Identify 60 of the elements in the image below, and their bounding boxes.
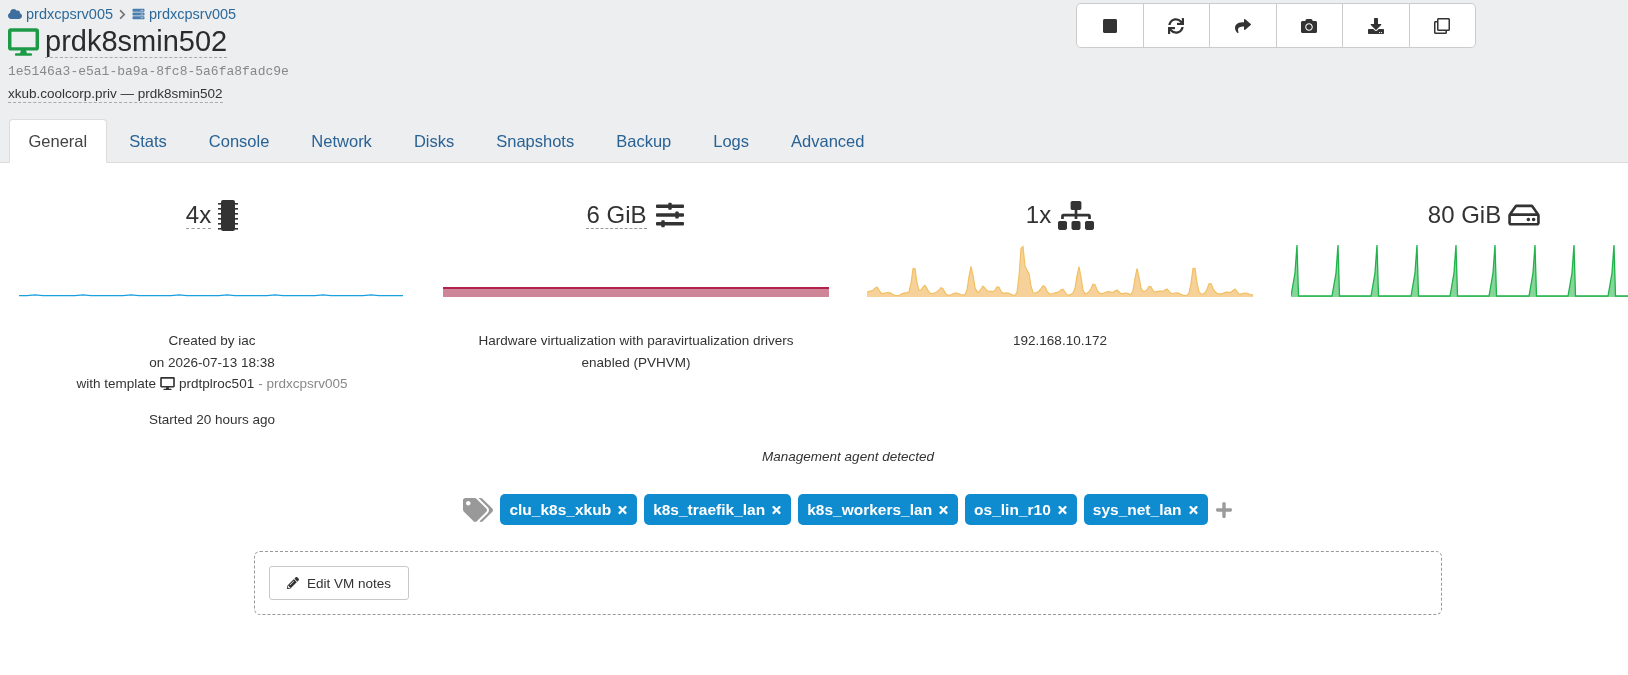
tab[interactable]: General [9, 119, 107, 163]
vm-address[interactable]: xkub.coolcorp.priv — prdk8smin502 [8, 85, 223, 103]
close-icon[interactable] [1056, 503, 1068, 516]
cloud-icon [8, 8, 22, 20]
tag-label: sys_net_lan [1092, 500, 1182, 519]
edit-notes-button[interactable]: Edit VM notes [269, 566, 410, 600]
created-by-text: Created by iac [168, 332, 256, 350]
copy-button[interactable] [1408, 3, 1476, 48]
stop-button[interactable] [1076, 3, 1144, 48]
monitor-icon [160, 377, 176, 391]
download-icon [1367, 17, 1384, 34]
export-button[interactable] [1342, 3, 1410, 48]
tag-label: os_lin_r10 [974, 500, 1051, 519]
stat-value[interactable]: 6 GiB [586, 201, 647, 229]
tab[interactable]: Logs [693, 119, 769, 163]
stop-icon [1101, 17, 1118, 34]
chevron-icon [118, 8, 128, 20]
tab[interactable]: Backup [596, 119, 691, 163]
close-icon[interactable] [938, 503, 950, 516]
sliders-icon [653, 201, 686, 229]
tab[interactable]: Network [291, 119, 392, 163]
template-name: prdtplroc501 [179, 375, 255, 393]
close-icon[interactable] [1187, 503, 1199, 516]
tag-label: clu_k8s_xkub [509, 500, 612, 519]
ip-address: 192.168.10.172 [1013, 332, 1107, 350]
pool-link[interactable]: prdxcpsrv005 [8, 4, 114, 24]
camera-icon [1301, 17, 1318, 34]
stat-value: 1x [1025, 201, 1052, 229]
tab[interactable]: Console [189, 119, 289, 163]
migrate-button[interactable] [1209, 3, 1277, 48]
tab[interactable]: Snapshots [476, 119, 594, 163]
template-label: with template [76, 375, 157, 393]
stat-value[interactable]: 4x [185, 201, 212, 229]
server-icon [132, 8, 146, 20]
tab[interactable]: Advanced [771, 119, 884, 163]
virtualization-text: Hardware virtualization with paravirtualization drivers enabled (PVHVM) [477, 332, 795, 372]
tab[interactable]: Stats [109, 119, 187, 163]
stat-value: 80 GiB [1427, 201, 1502, 229]
chip-icon [218, 199, 239, 231]
created-date-text: on 2026-07-13 18:38 [149, 353, 275, 372]
copy-icon [1434, 17, 1451, 34]
plus-icon[interactable] [1214, 500, 1233, 519]
tab[interactable]: Disks [394, 119, 474, 163]
host-link[interactable]: prdxcpsrv005 [132, 4, 237, 24]
vm-uuid: 1e5146a3-e5a1-ba9a-8fc8-5a6fa8fadc9e [8, 63, 289, 81]
tags-icon [463, 497, 494, 522]
template-host-link[interactable]: - prdxcpsrv005 [258, 373, 348, 395]
tag-label: k8s_traefik_lan [653, 500, 766, 519]
refresh-icon [1168, 17, 1185, 34]
vm-name[interactable]: prdk8smin502 [45, 26, 228, 58]
forward-arrow-icon [1234, 17, 1251, 34]
pencil-icon [287, 577, 299, 589]
close-icon[interactable] [771, 503, 783, 516]
hierarchy-icon [1058, 200, 1095, 230]
agent-status-text: Management agent detected [762, 447, 934, 466]
tag-label: k8s_workers_lan [807, 500, 933, 519]
restart-button[interactable] [1142, 3, 1210, 48]
snapshot-button[interactable] [1275, 3, 1343, 48]
uptime-text: Started 20 hours ago [148, 411, 276, 429]
close-icon[interactable] [617, 503, 629, 516]
